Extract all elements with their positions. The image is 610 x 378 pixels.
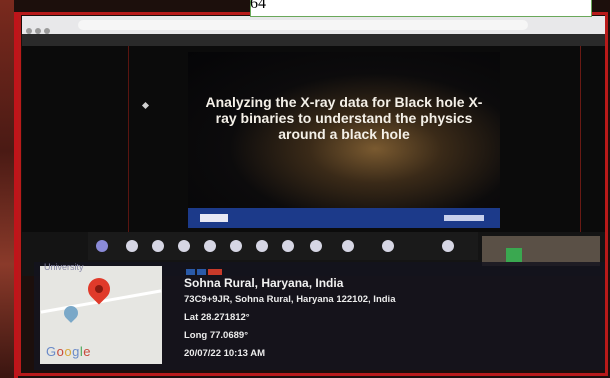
left-edge-strip [0,0,14,378]
page-number: 64 [250,0,266,12]
document-border [18,12,608,376]
header-box [250,0,592,17]
